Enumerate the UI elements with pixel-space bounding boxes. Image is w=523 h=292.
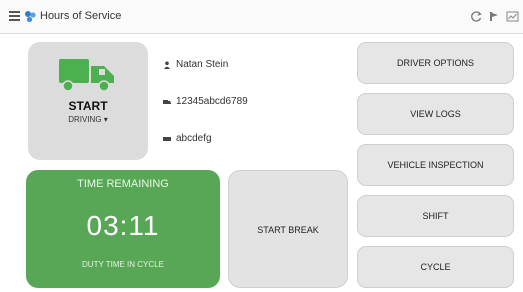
driver-name-row: Natan Stein: [163, 59, 228, 70]
start-break-button[interactable]: START BREAK: [228, 170, 348, 288]
duty-status-label: START: [68, 99, 108, 113]
vehicle-inspection-button[interactable]: VEHICLE INSPECTION: [357, 144, 514, 186]
driver-options-button[interactable]: DRIVER OPTIONS: [357, 42, 514, 84]
pin-icon[interactable]: [488, 10, 501, 23]
shift-button[interactable]: SHIFT: [357, 195, 514, 237]
dashboard-icon[interactable]: [506, 10, 519, 23]
page-title: Hours of Service: [40, 10, 122, 22]
start-break-label: START BREAK: [257, 225, 319, 235]
cycle-button[interactable]: CYCLE: [357, 246, 514, 288]
truck-icon: [59, 59, 114, 92]
title-bar: Hours of Service: [0, 0, 523, 34]
time-remaining-title: TIME REMAINING: [77, 178, 169, 190]
driver-name: Natan Stein: [176, 59, 229, 70]
trailer-icon: [163, 136, 171, 141]
time-remaining-value: 03:11: [86, 210, 160, 241]
driver-id-row: 12345abcd6789: [163, 96, 248, 107]
vehicle-row: abcdefg: [163, 133, 212, 144]
time-remaining-subtitle: DUTY TIME IN CYCLE: [82, 260, 164, 269]
refresh-icon[interactable]: [470, 10, 483, 23]
truck-small-icon: [163, 99, 171, 104]
menu-icon[interactable]: [9, 11, 20, 21]
view-logs-button[interactable]: VIEW LOGS: [357, 93, 514, 135]
driver-id: 12345abcd6789: [176, 96, 248, 107]
status-card[interactable]: START DRIVING ▾: [28, 42, 148, 160]
duty-mode-dropdown[interactable]: DRIVING ▾: [28, 115, 148, 124]
time-remaining-card: TIME REMAINING 03:11 DUTY TIME IN CYCLE: [26, 170, 220, 288]
vehicle-id: abcdefg: [176, 133, 212, 144]
person-icon: [164, 61, 170, 69]
app-icon: [25, 11, 36, 23]
